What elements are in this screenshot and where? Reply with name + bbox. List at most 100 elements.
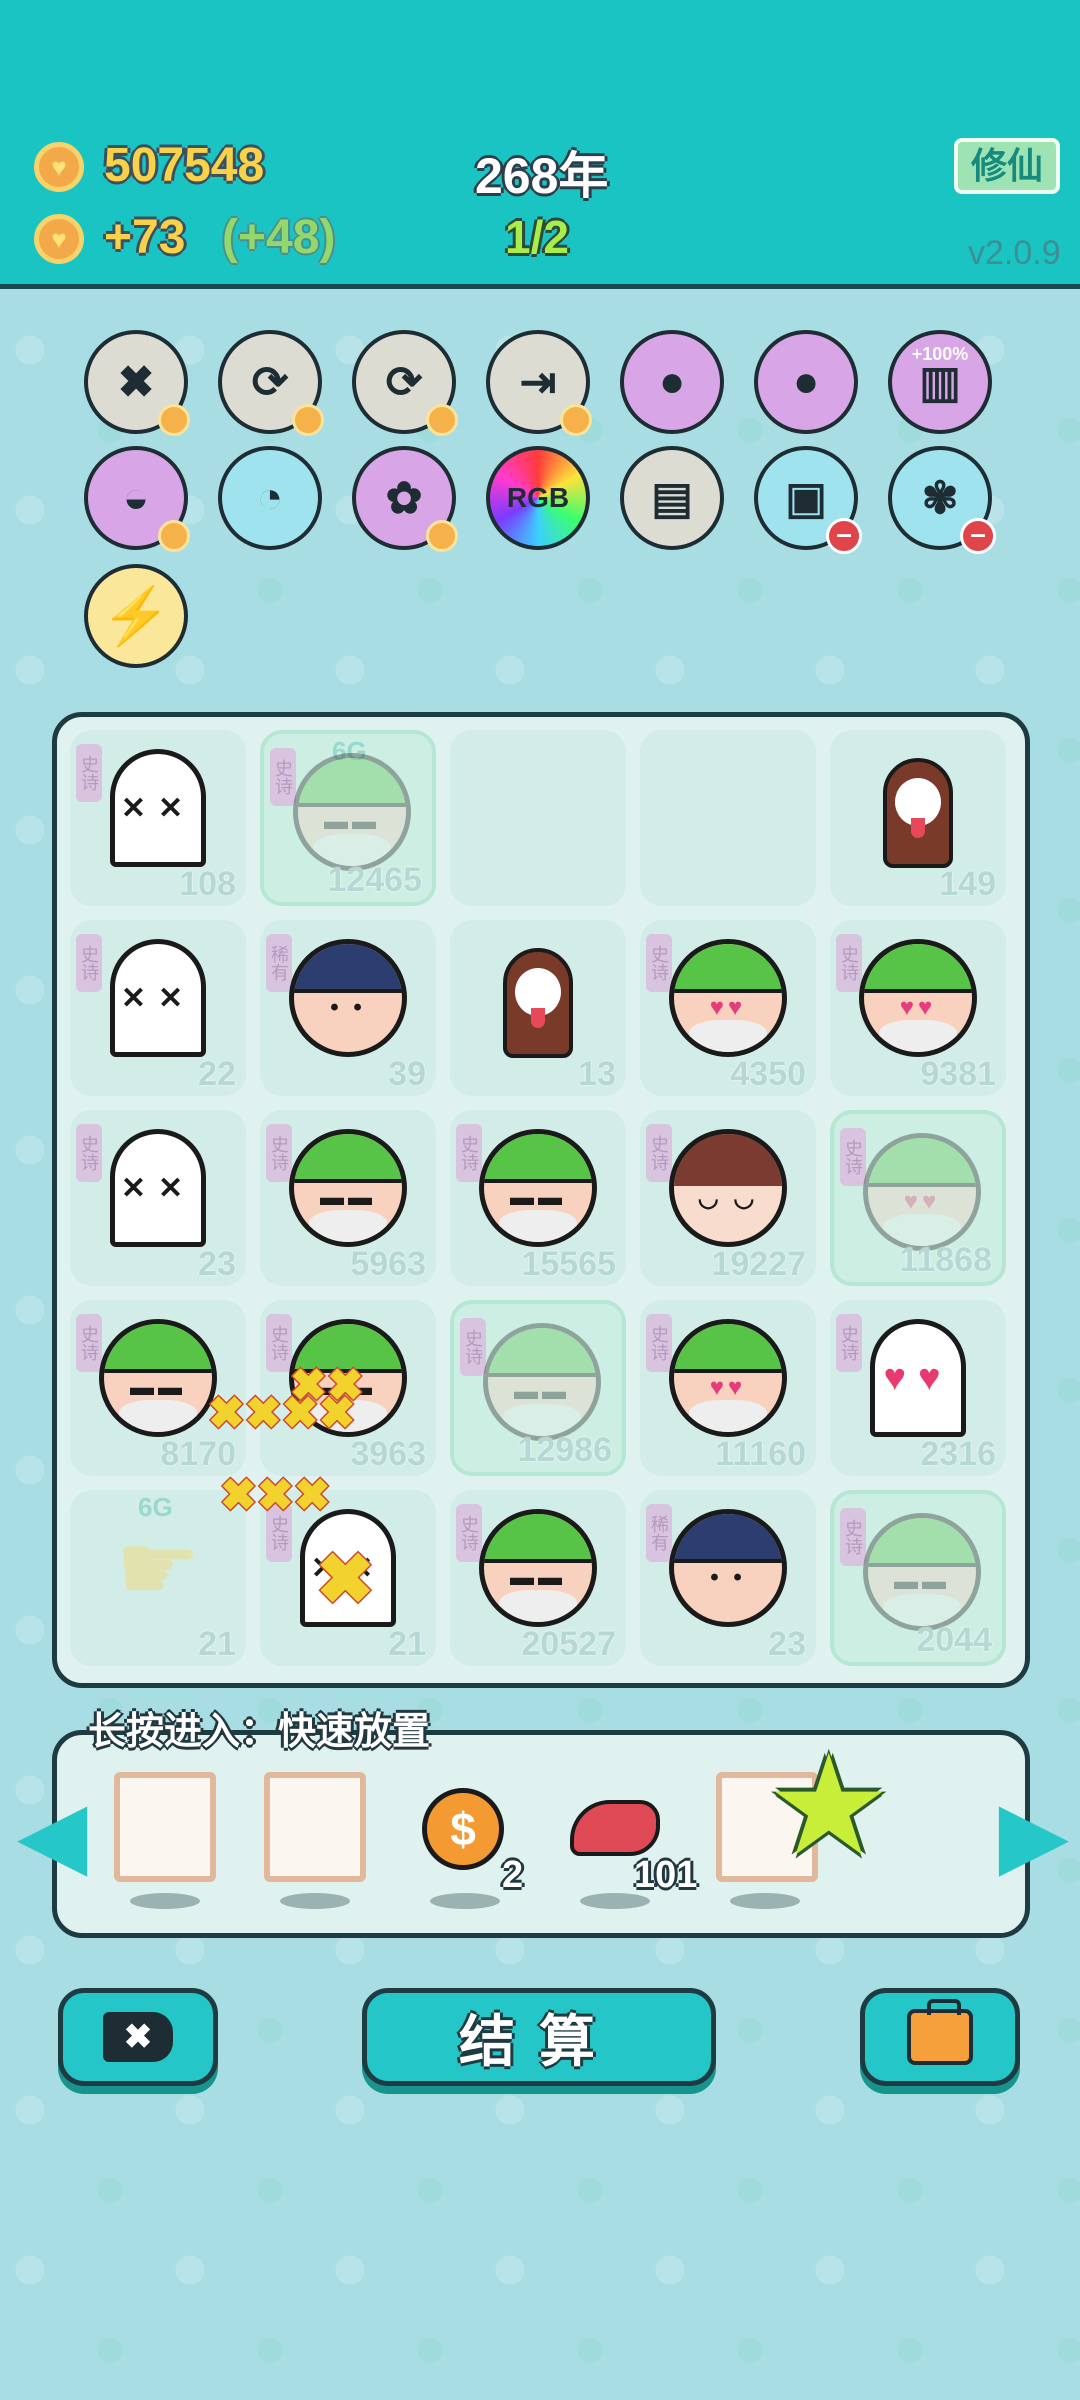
- money-bag-icon[interactable]: ▣ –: [754, 446, 862, 554]
- buff-symbol: ⟳: [385, 357, 423, 407]
- buff-symbol: ✿: [385, 473, 423, 523]
- board-cell[interactable]: 史诗 ▬▬ 15565: [450, 1110, 626, 1286]
- mini-heart-icon: [426, 520, 458, 552]
- discard-button[interactable]: ✖: [58, 1988, 218, 2086]
- cell-value: 20527: [521, 1625, 616, 1663]
- board-cell[interactable]: 史诗 ♥♥ 11868: [830, 1110, 1006, 1286]
- eyepatch-coin-icon-2[interactable]: ●: [754, 330, 858, 434]
- eyes-shape: ♥♥: [709, 993, 747, 1021]
- board-cell[interactable]: 史诗 ♥♥ 4350: [640, 920, 816, 1096]
- page-indicator: 1/2: [505, 211, 569, 263]
- minus-badge-icon: –: [960, 518, 996, 554]
- hat-shape: [674, 1514, 782, 1564]
- bucket-icon[interactable]: ▥ +100%: [888, 330, 992, 434]
- cell-value: 4350: [730, 1055, 806, 1093]
- cell-value: 3963: [350, 1435, 426, 1473]
- cell-figure: • •: [284, 934, 412, 1062]
- tray-left-arrow[interactable]: ◀: [20, 1790, 86, 1880]
- buff-symbol: ◒: [122, 473, 150, 522]
- cell-figure: ♥♥: [854, 1314, 982, 1442]
- settle-label: 结算: [459, 2009, 619, 2073]
- coin-total: 507548: [104, 139, 265, 192]
- rice-bowl-icon[interactable]: ◒: [84, 446, 190, 552]
- cell-figure: [474, 934, 602, 1062]
- board-cell[interactable]: 史诗 ✕✕ 22: [70, 920, 246, 1096]
- cell-value: 21: [198, 1625, 236, 1663]
- board-cell[interactable]: 史诗 ▬▬ 12986: [450, 1300, 626, 1476]
- dollar-coin-icon[interactable]: $: [422, 1788, 504, 1870]
- eyepatch-coin-icon[interactable]: ●: [620, 330, 724, 434]
- skip-icon[interactable]: ⇥: [486, 330, 592, 436]
- hat-shape: [864, 944, 972, 994]
- buff-symbol: ●: [792, 357, 820, 406]
- cell-value: 11160: [715, 1435, 806, 1473]
- ghost-icon: ✕✕: [110, 749, 206, 867]
- board-cell[interactable]: 149: [830, 730, 1006, 906]
- income-rate: +73: [104, 211, 186, 264]
- liver-icon[interactable]: [570, 1800, 660, 1856]
- tray-slot[interactable]: [264, 1772, 366, 1882]
- board-cell[interactable]: 13: [450, 920, 626, 1096]
- beard-shape: [499, 1589, 577, 1622]
- green-hat-face-icon: ▬▬: [289, 1129, 407, 1247]
- inventory-button[interactable]: [860, 1988, 1020, 2086]
- board-cell[interactable]: [640, 730, 816, 906]
- board-cell[interactable]: 史诗 ✕✕ 108: [70, 730, 246, 906]
- cell-figure: ✕✕: [94, 744, 222, 872]
- cell-figure: ◡ ◡: [664, 1124, 792, 1252]
- board-cell[interactable]: 史诗 ▬▬ 5963: [260, 1110, 436, 1286]
- board-cell[interactable]: 稀有 • • 23: [640, 1490, 816, 1666]
- board-cell[interactable]: 史诗 ♥♥ 11160: [640, 1300, 816, 1476]
- eyes-shape: • •: [710, 1563, 746, 1591]
- chick-egg-icon[interactable]: ◔: [218, 446, 322, 550]
- board-cell[interactable]: 稀有 • • 39: [260, 920, 436, 1096]
- eyes-shape: ◡ ◡: [697, 1184, 759, 1212]
- buff-symbol: ✾: [921, 473, 959, 523]
- buff-symbol: ⚡: [101, 584, 171, 647]
- board-cell[interactable]: 史诗 ▬▬ 20527: [450, 1490, 626, 1666]
- tray-slot[interactable]: [114, 1772, 216, 1882]
- cell-value: 12465: [327, 861, 422, 899]
- flower-pot-icon[interactable]: ✾ –: [888, 446, 996, 554]
- cell-figure: ♥♥: [664, 934, 792, 1062]
- buff-symbol: ⇥: [519, 357, 557, 407]
- hat-shape: [484, 1134, 592, 1184]
- eyes-shape: ▬▬: [514, 1377, 570, 1405]
- ghost-icon: ♥♥: [870, 1319, 966, 1437]
- refresh-icon[interactable]: ⟳: [218, 330, 324, 436]
- star-icon[interactable]: ★: [766, 1736, 892, 1876]
- cell-figure: ✕✕: [94, 934, 222, 1062]
- year-counter: 268年: [475, 148, 609, 204]
- cell-figure: • •: [664, 1504, 792, 1632]
- settle-button[interactable]: 结算: [362, 1988, 716, 2086]
- ghost-icon: ✕✕: [110, 1129, 206, 1247]
- green-hat-face-icon: ▬▬: [483, 1323, 601, 1441]
- hat-shape: [104, 1324, 212, 1374]
- tray-title: 长按进入：快速放置: [88, 1711, 431, 1753]
- buff-symbol: ⟳: [251, 357, 289, 407]
- slot-shadow: [280, 1893, 350, 1909]
- cell-value: 108: [179, 865, 236, 903]
- cell-value: 149: [939, 865, 996, 903]
- rabbit-icon[interactable]: ✿: [352, 446, 458, 552]
- tray-right-arrow[interactable]: ▶: [1000, 1790, 1066, 1880]
- board-cell[interactable]: 史诗 ♥♥ 9381: [830, 920, 1006, 1096]
- bubble-tea-icon[interactable]: ▤: [620, 446, 724, 550]
- xiuxian-button[interactable]: 修仙: [954, 138, 1060, 194]
- cell-figure: ▬▬: [474, 1504, 602, 1632]
- cell-figure: ▬▬: [94, 1314, 222, 1442]
- board-cell[interactable]: 史诗 ♥♥ 2316: [830, 1300, 1006, 1476]
- board-cell[interactable]: [450, 730, 626, 906]
- lightning-icon[interactable]: ⚡: [84, 564, 188, 668]
- tag-remove-icon[interactable]: ✖: [84, 330, 190, 436]
- refresh-icon-2[interactable]: ⟳: [352, 330, 458, 436]
- board-cell[interactable]: 史诗 ✕✕ 23: [70, 1110, 246, 1286]
- board-cell[interactable]: 史诗 ◡ ◡ 19227: [640, 1110, 816, 1286]
- mini-heart-icon: [158, 404, 190, 436]
- eyes-shape: ▬▬: [894, 1567, 950, 1595]
- hat-shape: [488, 1328, 596, 1378]
- board-cell[interactable]: 史诗 6G ▬▬ 12465: [260, 730, 436, 906]
- rgb-icon[interactable]: RGB: [486, 446, 590, 550]
- cell-figure: ♥♥: [664, 1314, 792, 1442]
- board-cell[interactable]: 史诗 ▬▬ 2044: [830, 1490, 1006, 1666]
